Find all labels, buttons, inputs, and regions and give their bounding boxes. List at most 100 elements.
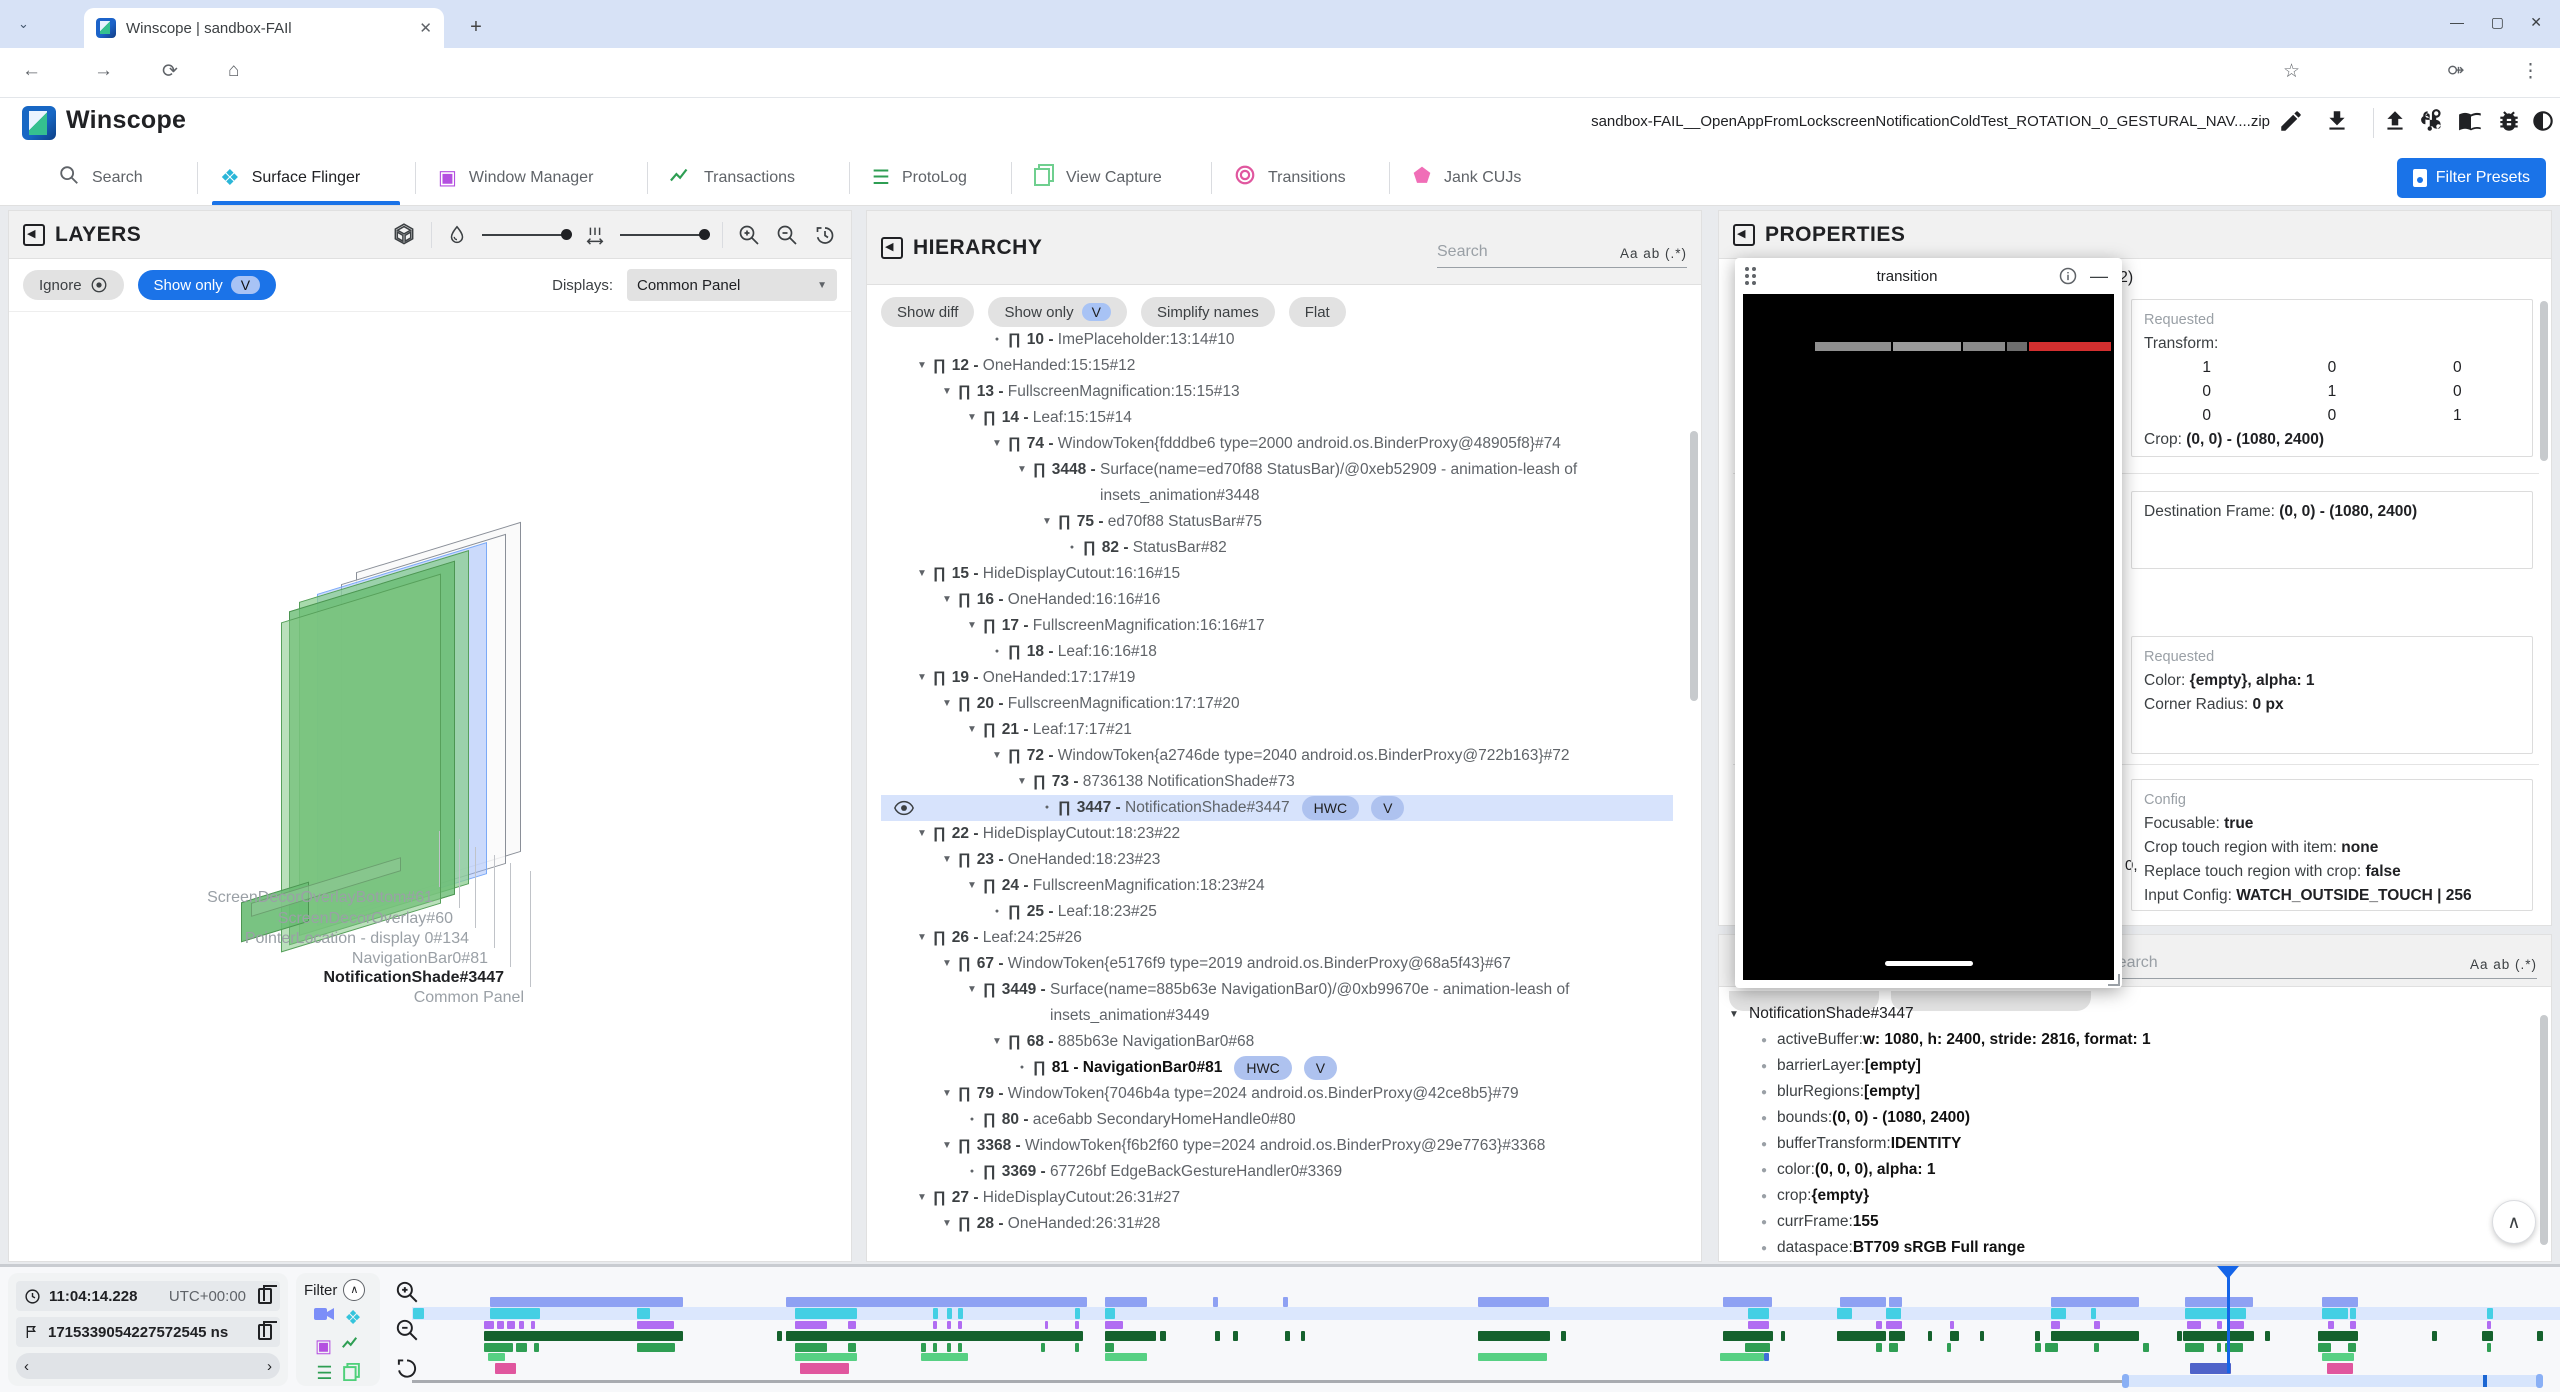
pin-icon[interactable]: ∏ — [958, 1133, 971, 1159]
expand-arrow-icon[interactable]: ▼ — [936, 691, 958, 717]
timeline-segment-protolog[interactable] — [795, 1343, 827, 1352]
tree-row-20[interactable]: ▼∏20 - FullscreenMagnification:17:17#20 — [881, 691, 1673, 717]
tree-row-17[interactable]: ▼∏17 - FullscreenMagnification:16:16#17 — [881, 613, 1673, 639]
timeline-segment-transitions[interactable] — [1723, 1297, 1772, 1307]
tab-close-icon[interactable]: ✕ — [419, 19, 432, 37]
pin-icon[interactable]: ∏ — [933, 821, 946, 847]
timeline-segment-view-capture[interactable] — [2322, 1353, 2354, 1361]
timeline-segment-window-manager[interactable] — [531, 1321, 535, 1329]
expand-arrow-icon[interactable]: ▼ — [911, 1185, 933, 1211]
timeline-segment-transactions[interactable] — [1561, 1331, 1566, 1341]
property-row[interactable]: ●barrierLayer: [empty] — [1729, 1053, 2529, 1079]
timeline-cursor-head[interactable] — [2217, 1266, 2239, 1279]
timeline-segment-surface-flinger[interactable] — [1837, 1308, 1852, 1319]
collapse-timeline-button[interactable]: ∧ — [2492, 1200, 2536, 1244]
property-row[interactable]: ●crop: {empty} — [1729, 1183, 2529, 1209]
timeline-segment-protolog[interactable] — [2185, 1343, 2204, 1352]
timeline-segment-window-manager[interactable] — [2217, 1321, 2222, 1329]
pin-icon[interactable]: ∏ — [1033, 769, 1046, 795]
timeline-segment-transactions[interactable] — [484, 1331, 683, 1341]
timeline-segment-window-manager[interactable] — [1876, 1321, 1882, 1329]
timeline-segment-window-manager[interactable] — [1748, 1321, 1769, 1329]
zoom-handle-left[interactable] — [2122, 1374, 2129, 1388]
tree-row-27[interactable]: ▼∏27 - HideDisplayCutout:26:31#27 — [881, 1185, 1673, 1211]
pin-icon[interactable]: ∏ — [1058, 509, 1071, 535]
timeline-segment-transitions[interactable] — [786, 1297, 1087, 1307]
timeline-segment-transitions[interactable] — [1213, 1297, 1218, 1307]
nav-tab-protolog[interactable]: ☰ProtoLog — [864, 150, 996, 205]
expand-arrow-icon[interactable]: ▼ — [986, 1029, 1008, 1055]
expand-arrow-icon[interactable]: ▼ — [911, 821, 933, 847]
timeline-segment-transitions[interactable] — [1840, 1297, 1886, 1307]
timeline-segment-window-manager[interactable] — [1105, 1321, 1123, 1329]
timeline-segment-transactions[interactable] — [2183, 1331, 2254, 1341]
trace-toggle-videocam-icon[interactable] — [314, 1307, 334, 1330]
nanosecond-field[interactable]: 1715339054227572545 ns — [16, 1317, 280, 1347]
timeline-reset-zoom-icon[interactable] — [394, 1355, 420, 1381]
tree-row-14[interactable]: ▼∏14 - Leaf:15:15#14 — [881, 405, 1673, 431]
pin-icon[interactable]: ∏ — [933, 561, 946, 587]
nav-tab-search[interactable]: Search — [50, 150, 182, 205]
timeline-segment-protolog[interactable] — [2217, 1343, 2221, 1352]
timeline-zoom-out-icon[interactable] — [394, 1317, 420, 1343]
timeline-segment-protolog[interactable] — [2348, 1343, 2356, 1352]
timeline-segment-view-capture[interactable] — [1105, 1353, 1147, 1361]
home-icon[interactable]: ⌂ — [228, 60, 239, 82]
pin-icon[interactable]: ∏ — [1008, 899, 1021, 925]
pin-icon[interactable]: ∏ — [983, 873, 996, 899]
timeline-segment-transactions[interactable] — [1980, 1331, 1984, 1341]
tree-row-73[interactable]: ▼∏73 - 8736138 NotificationShade#73 — [881, 769, 1673, 795]
chip-show-diff[interactable]: Show diff — [881, 297, 974, 327]
property-row[interactable]: ●color: (0, 0, 0), alpha: 1 — [1729, 1157, 2529, 1183]
drag-handle-icon[interactable] — [1745, 267, 1756, 285]
nav-tab-transitions[interactable]: Transitions — [1226, 150, 1374, 205]
bookmark-star-icon[interactable]: ☆ — [2283, 60, 2300, 83]
timeline-segment-view-capture[interactable] — [795, 1353, 857, 1361]
timeline-segment-transactions[interactable] — [777, 1331, 782, 1341]
layer-label[interactable]: NavigationBar0#81 — [352, 950, 488, 968]
timeline-segment-view-capture[interactable] — [1720, 1353, 1764, 1361]
timeline-segment-window-manager[interactable] — [933, 1321, 937, 1329]
timeline-segment-transactions[interactable] — [1105, 1331, 1156, 1341]
timeline-segment-surface-flinger[interactable] — [1105, 1308, 1115, 1319]
expand-arrow-icon[interactable]: ▼ — [936, 587, 958, 613]
tree-row-18[interactable]: ●∏18 - Leaf:16:16#18 — [881, 639, 1673, 665]
timeline-segment-transactions[interactable] — [1160, 1331, 1166, 1341]
timeline-segment-protolog[interactable] — [2045, 1343, 2058, 1352]
timeline-segment-surface-flinger[interactable] — [1886, 1308, 1901, 1319]
timeline-segment-transactions[interactable] — [1478, 1331, 1550, 1341]
pin-icon[interactable]: ∏ — [983, 613, 996, 639]
tree-row-12[interactable]: ▼∏12 - OneHanded:15:15#12 — [881, 353, 1673, 379]
properties-scrollbar[interactable] — [2540, 301, 2548, 461]
extensions-puzzle-icon[interactable]: ⚩ — [2448, 60, 2464, 83]
nav-tab-jank-cujs[interactable]: Jank CUJs — [1404, 150, 1542, 205]
timeline-segment-transactions[interactable] — [1950, 1331, 1959, 1341]
tree-row-16[interactable]: ▼∏16 - OneHanded:16:16#16 — [881, 587, 1673, 613]
timeline-segment-transactions[interactable] — [1301, 1331, 1305, 1341]
timeline-segment-surface-flinger[interactable] — [795, 1308, 857, 1319]
zoom-slider-track[interactable] — [412, 1380, 2122, 1383]
timeline-segment-window-manager[interactable] — [637, 1321, 674, 1329]
timeline-segment-surface-flinger[interactable] — [947, 1308, 952, 1319]
timeline-segment-surface-flinger[interactable] — [2091, 1308, 2096, 1319]
timeline-segment-protolog[interactable] — [958, 1343, 962, 1352]
timeline-segment-view-capture-marker[interactable] — [1764, 1353, 1769, 1361]
rotation-slider[interactable] — [482, 234, 570, 236]
expand-arrow-icon[interactable]: ▼ — [986, 743, 1008, 769]
timeline-segment-protolog[interactable] — [848, 1343, 856, 1352]
tree-row-72[interactable]: ▼∏72 - WindowToken{a2746de type=2040 and… — [881, 743, 1673, 769]
search-options-icons[interactable]: Aa ab (.*) — [1620, 246, 1687, 261]
property-row[interactable]: ●activeBuffer: w: 1080, h: 2400, stride:… — [1729, 1027, 2529, 1053]
pin-icon[interactable]: ∏ — [933, 665, 946, 691]
timeline-segment-protolog[interactable] — [1041, 1343, 1045, 1352]
window-minimize-button[interactable]: — — [2450, 14, 2464, 30]
pin-icon[interactable]: ∏ — [1008, 639, 1021, 665]
timeline-segment-protolog[interactable] — [1947, 1343, 1951, 1352]
collapse-panel-icon[interactable] — [881, 237, 903, 259]
timeline-segment-window-manager[interactable] — [507, 1321, 515, 1329]
layer-label[interactable]: NotificationShade#3447 — [324, 969, 505, 987]
timeline-segment-window-manager[interactable] — [519, 1321, 524, 1329]
prev-frame-button[interactable]: ‹ — [24, 1358, 29, 1375]
timeline-segment-surface-flinger[interactable] — [2185, 1308, 2246, 1319]
pin-icon[interactable]: ∏ — [958, 379, 971, 405]
